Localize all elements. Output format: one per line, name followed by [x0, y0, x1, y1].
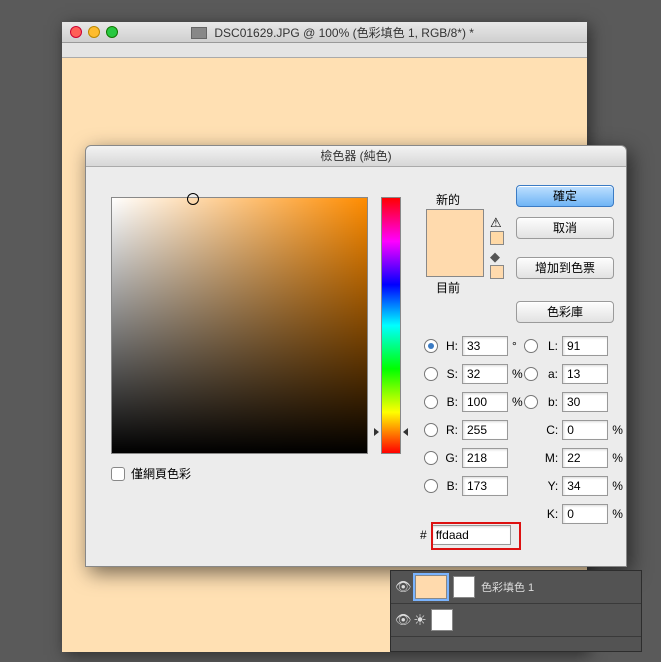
layers-panel: 👁 色彩填色 1 👁 ☀: [390, 570, 642, 652]
color-picker-title[interactable]: 檢色器 (純色): [86, 146, 626, 167]
hue-thumb-icon[interactable]: [376, 428, 406, 434]
k-label: K:: [541, 507, 559, 521]
layer-thumbnail[interactable]: [415, 575, 447, 599]
y-input[interactable]: [562, 476, 608, 496]
hex-hash-label: #: [420, 528, 427, 542]
layer-mask-thumbnail[interactable]: [431, 609, 453, 631]
gamut-warning-icon[interactable]: ⚠: [490, 215, 502, 231]
h-input[interactable]: [462, 336, 508, 356]
minimize-icon[interactable]: [88, 26, 100, 38]
gamut-warning-swatch[interactable]: [490, 231, 504, 245]
new-color-swatch[interactable]: [427, 210, 483, 243]
ok-button[interactable]: 確定: [516, 185, 614, 207]
current-color-label: 目前: [436, 279, 460, 296]
web-colors-only-checkbox[interactable]: [111, 467, 125, 481]
layer-name[interactable]: 色彩填色 1: [481, 579, 637, 595]
zoom-icon[interactable]: [106, 26, 118, 38]
color-libraries-button[interactable]: 色彩庫: [516, 301, 614, 323]
adjustment-icon[interactable]: ☀: [409, 609, 431, 631]
y-label: Y:: [541, 479, 559, 493]
document-titlebar[interactable]: DSC01629.JPG @ 100% (色彩填色 1, RGB/8*) *: [62, 22, 587, 43]
g-radio[interactable]: [424, 451, 438, 465]
l-input[interactable]: [562, 336, 608, 356]
g-label: G:: [442, 451, 458, 465]
b-hsb-radio[interactable]: [424, 395, 438, 409]
b-rgb-label: B:: [442, 479, 458, 493]
b-lab-input[interactable]: [562, 392, 608, 412]
m-input[interactable]: [562, 448, 608, 468]
color-cursor-icon[interactable]: [187, 193, 199, 205]
layer-row[interactable]: 👁 色彩填色 1: [391, 571, 641, 604]
websafe-warning-swatch[interactable]: [490, 265, 504, 279]
close-icon[interactable]: [70, 26, 82, 38]
hue-slider[interactable]: [381, 197, 401, 454]
h-radio[interactable]: [424, 339, 438, 353]
a-input[interactable]: [562, 364, 608, 384]
l-radio[interactable]: [524, 339, 538, 353]
saturation-brightness-field[interactable]: [111, 197, 368, 454]
k-input[interactable]: [562, 504, 608, 524]
cancel-button[interactable]: 取消: [516, 217, 614, 239]
b-rgb-radio[interactable]: [424, 479, 438, 493]
b-hsb-label: B:: [442, 395, 458, 409]
h-label: H:: [442, 339, 458, 353]
a-label: a:: [542, 367, 558, 381]
document-file-icon: [191, 27, 207, 39]
s-label: S:: [442, 367, 458, 381]
g-input[interactable]: [462, 448, 508, 468]
m-label: M:: [541, 451, 559, 465]
new-color-label: 新的: [436, 191, 460, 208]
s-input[interactable]: [462, 364, 508, 384]
a-radio[interactable]: [524, 367, 538, 381]
add-to-swatches-button[interactable]: 增加到色票: [516, 257, 614, 279]
color-preview: [426, 209, 484, 277]
web-colors-only-label: 僅網頁色彩: [131, 465, 191, 482]
b-hsb-input[interactable]: [462, 392, 508, 412]
hex-input[interactable]: [431, 525, 511, 545]
b-rgb-input[interactable]: [462, 476, 508, 496]
visibility-icon[interactable]: 👁: [395, 579, 409, 595]
r-radio[interactable]: [424, 423, 438, 437]
websafe-warning-icon[interactable]: ◆: [490, 249, 500, 265]
r-label: R:: [442, 423, 458, 437]
document-title: DSC01629.JPG @ 100% (色彩填色 1, RGB/8*) *: [118, 24, 587, 41]
b-lab-radio[interactable]: [524, 395, 538, 409]
c-input[interactable]: [562, 420, 608, 440]
b-lab-label: b:: [542, 395, 558, 409]
l-label: L:: [542, 339, 558, 353]
color-picker-dialog: 檢色器 (純色) 新的 目前 ⚠ ◆ 確定 取消 增加到色票 色彩庫 H:: [85, 145, 627, 567]
layer-mask-thumbnail[interactable]: [453, 576, 475, 598]
color-value-fields: H: ° L: S: % a:: [424, 332, 624, 528]
ruler[interactable]: [62, 43, 587, 58]
visibility-icon[interactable]: 👁: [395, 612, 409, 628]
c-label: C:: [541, 423, 559, 437]
r-input[interactable]: [462, 420, 508, 440]
s-radio[interactable]: [424, 367, 438, 381]
layer-row[interactable]: 👁 ☀: [391, 604, 641, 637]
current-color-swatch[interactable]: [427, 243, 483, 276]
